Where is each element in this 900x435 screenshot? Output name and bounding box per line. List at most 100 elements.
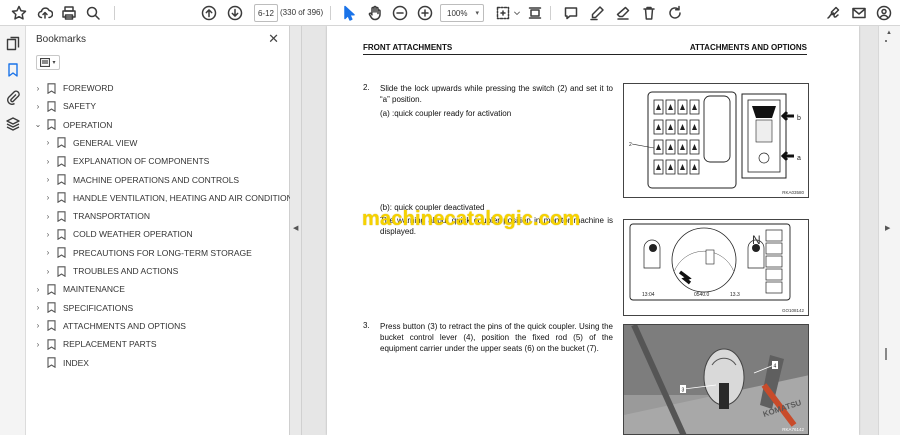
callout-b: b	[797, 115, 801, 122]
bookmark-item[interactable]: › FOREWORD	[34, 80, 114, 96]
bookmark-item[interactable]: › SAFETY	[34, 98, 96, 114]
bookmark-flag-icon	[57, 155, 66, 167]
bookmark-item[interactable]: › HANDLE VENTILATION, HEATING AND AIR CON…	[44, 190, 305, 206]
bookmark-item[interactable]: › ATTACHMENTS AND OPTIONS	[34, 318, 186, 334]
bookmark-star-icon[interactable]	[10, 4, 28, 22]
bookmark-item[interactable]: ⌄ OPERATION	[34, 117, 112, 133]
bookmark-item[interactable]: INDEX	[34, 355, 89, 371]
email-icon[interactable]	[850, 4, 868, 22]
chevron-right-icon[interactable]: ›	[44, 267, 52, 276]
chevron-down-icon[interactable]: ⌄	[34, 120, 42, 129]
chevron-right-icon[interactable]: ›	[44, 175, 52, 184]
chevron-down-icon: ▾	[475, 10, 479, 17]
highlight-pen-icon[interactable]	[588, 4, 606, 22]
bookmark-item[interactable]: › MACHINE OPERATIONS AND CONTROLS	[44, 172, 239, 188]
chevron-right-icon[interactable]: ›	[44, 212, 52, 221]
chevron-right-icon[interactable]: ›	[44, 193, 52, 202]
scroll-up-icon[interactable]: ▲	[886, 30, 892, 36]
zoom-out-icon[interactable]	[391, 4, 409, 22]
chevron-right-icon[interactable]: ›	[34, 321, 42, 330]
fit-page-icon[interactable]	[494, 4, 512, 22]
page-number-input[interactable]: 6-12	[254, 4, 278, 22]
edit-signature-icon[interactable]	[825, 4, 843, 22]
monitor-illustration: N 13:04 0540.0 13.3	[629, 223, 791, 301]
bookmarks-panel: Bookmarks ✕ ▾ › FOREWORD › SAFETY ⌄ OPERATION…	[26, 26, 305, 435]
cloud-upload-icon[interactable]	[36, 4, 54, 22]
chevron-right-icon[interactable]: ›	[44, 248, 52, 257]
figure-code: RKA03580	[782, 190, 804, 195]
bookmark-flag-icon	[57, 229, 66, 241]
next-page-icon[interactable]	[226, 4, 244, 22]
chevron-down-icon: ▾	[52, 60, 56, 66]
chevron-right-icon[interactable]: ›	[34, 303, 42, 312]
chevron-right-icon[interactable]: ›	[34, 84, 42, 93]
close-icon[interactable]: ✕	[268, 31, 279, 47]
bookmark-label: SPECIFICATIONS	[63, 302, 134, 313]
bookmark-item[interactable]: › COLD WEATHER OPERATION	[44, 226, 193, 242]
page-thumbnails-icon[interactable]	[5, 36, 21, 52]
bookmark-item[interactable]: › SPECIFICATIONS	[34, 300, 133, 316]
document-viewport[interactable]: FRONT ATTACHMENTS ATTACHMENTS AND OPTION…	[302, 26, 878, 435]
clock-readout: 13:04	[642, 292, 655, 298]
bookmark-options-button[interactable]: ▾	[36, 55, 60, 70]
bookmark-label: EXPLANATION OF COMPONENTS	[73, 156, 210, 167]
zoom-in-icon[interactable]	[416, 4, 434, 22]
collapse-panel-icon[interactable]: ◀	[293, 224, 298, 232]
print-icon[interactable]	[60, 4, 78, 22]
chevron-right-icon[interactable]: ›	[34, 285, 42, 294]
bookmark-item[interactable]: › GENERAL VIEW	[44, 135, 137, 151]
page-header-left: FRONT ATTACHMENTS	[363, 43, 453, 52]
select-cursor-icon[interactable]	[340, 4, 358, 22]
zoom-level-value: 100%	[447, 8, 468, 18]
bookmark-item[interactable]: › EXPLANATION OF COMPONENTS	[44, 153, 209, 169]
hour-meter-readout: 0540.0	[694, 292, 710, 298]
figure-switch-panel: 2 b a RKA03580	[623, 83, 809, 198]
redo-rotate-icon[interactable]	[666, 4, 684, 22]
toolbar-divider	[330, 6, 331, 20]
bookmark-label: SAFETY	[63, 101, 97, 112]
step-2-number: 2.	[363, 83, 370, 92]
chevron-right-icon[interactable]: ›	[34, 340, 42, 349]
bookmark-label: COLD WEATHER OPERATION	[73, 229, 193, 240]
layers-icon[interactable]	[5, 116, 21, 132]
chevron-right-icon[interactable]: ›	[34, 102, 42, 111]
bookmark-flag-icon	[47, 338, 56, 350]
vertical-scrollbar[interactable]: ▲ ▶	[878, 26, 900, 435]
zoom-level-select[interactable]: 100% ▾	[440, 4, 484, 22]
scroll-thumb[interactable]	[885, 40, 887, 42]
chevron-right-icon[interactable]: ›	[44, 138, 52, 147]
gear-indicator: N	[752, 233, 761, 247]
bookmark-flag-icon	[57, 265, 66, 277]
chevron-down-icon[interactable]	[512, 4, 522, 22]
hand-pan-icon[interactable]	[366, 4, 384, 22]
find-zoom-icon[interactable]	[84, 4, 102, 22]
bookmarks-icon[interactable]	[5, 62, 21, 78]
panel-title: Bookmarks	[36, 34, 87, 45]
bookmark-label: MAINTENANCE	[63, 284, 125, 295]
panel-splitter[interactable]: ◀	[290, 26, 302, 435]
bookmark-item[interactable]: › MAINTENANCE	[34, 281, 125, 297]
previous-page-icon[interactable]	[200, 4, 218, 22]
bookmark-item[interactable]: › TRANSPORTATION	[44, 208, 150, 224]
callout-4: 4	[774, 364, 777, 370]
list-options-icon	[40, 58, 51, 67]
scrolling-mode-icon[interactable]	[526, 4, 544, 22]
delete-trash-icon[interactable]	[640, 4, 658, 22]
navigation-rail	[0, 26, 26, 435]
chevron-right-icon[interactable]: ›	[44, 230, 52, 239]
bookmark-label: MACHINE OPERATIONS AND CONTROLS	[73, 174, 240, 185]
bookmark-flag-icon	[47, 302, 56, 314]
comment-icon[interactable]	[562, 4, 580, 22]
bookmark-flag-icon	[47, 357, 56, 369]
bookmark-item[interactable]: › REPLACEMENT PARTS	[34, 336, 157, 352]
expand-right-icon[interactable]: ▶	[885, 224, 890, 232]
bookmark-label: REPLACEMENT PARTS	[63, 339, 157, 350]
erase-markup-icon[interactable]	[614, 4, 632, 22]
step-3-number: 3.	[363, 321, 370, 330]
bookmark-item[interactable]: › TROUBLES AND ACTIONS	[44, 263, 178, 279]
bookmark-item[interactable]: › PRECAUTIONS FOR LONG-TERM STORAGE	[44, 245, 252, 261]
callout-2: 2	[629, 142, 632, 148]
account-profile-icon[interactable]	[875, 4, 893, 22]
attachments-icon[interactable]	[5, 89, 21, 105]
chevron-right-icon[interactable]: ›	[44, 157, 52, 166]
